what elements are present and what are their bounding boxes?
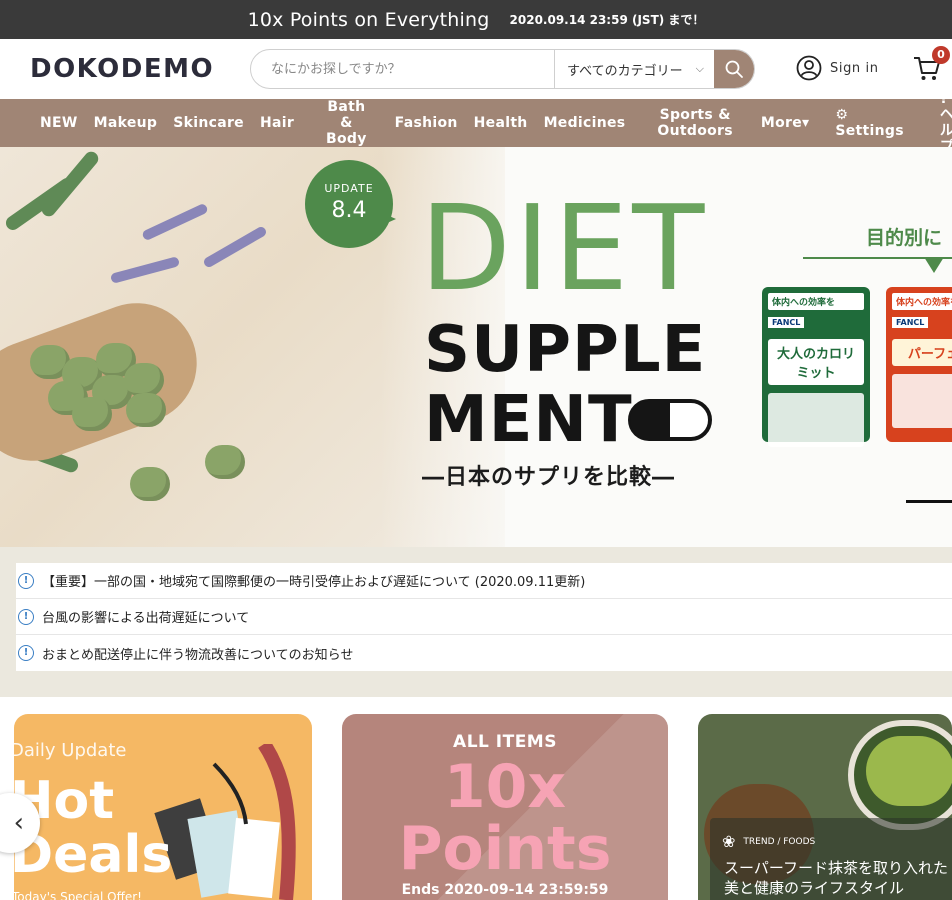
nav-item-hair[interactable]: Hair [252,115,302,131]
signin-label: Sign in [830,60,879,76]
hot-deals-subtitle: Today's Special Offer! [14,890,142,900]
nav-item-sports-outdoors[interactable]: Sports & Outdoors [649,107,740,139]
update-value: 8.4 [331,198,367,223]
points-card-title: 10x Points [398,752,612,884]
product-package-illustration [768,393,864,447]
notice-item[interactable]: ! おまとめ配送停止に伴う物流改善についてのお知らせ [16,635,952,671]
trend-card-title: スーパーフード抹茶を取り入れた 美と健康のライフスタイル [724,859,948,897]
product-package-illustration [892,374,952,428]
category-select-value: すべてのカテゴリー [567,63,683,79]
points-card[interactable]: ALL ITEMS 10x Points Ends 2020-09-14 23:… [342,714,668,900]
update-badge: UPDATE 8.4 [305,160,393,248]
product-package-header: 体内への効率を [768,293,864,310]
nav-item-settings[interactable]: ⚙ Settings [827,107,911,139]
cart-count-badge: 0 [932,46,950,64]
nav-item-more[interactable]: More▾ [753,115,817,131]
category-nav: NEW Makeup Skincare Hair Bath & Body Fas… [0,91,952,155]
pill-decoration [205,445,245,479]
nav-item-health[interactable]: Health [466,115,536,131]
cart-button[interactable]: 0 [912,46,950,85]
nav-item-fashion[interactable]: Fashion [387,115,466,131]
nav-item-medicines[interactable]: Medicines [536,115,634,131]
info-icon: ! [18,608,34,625]
info-icon: ! [18,572,34,589]
matcha-foam-illustration [866,736,952,806]
lavender-decoration [109,256,181,284]
product-package-name: 大人のカロリミット [768,339,864,385]
hero-title-supple: SUPPLE [424,313,707,387]
search-icon [725,60,743,78]
leaf-decoration [38,148,102,220]
nav-item-bath-body[interactable]: Bath & Body [318,99,375,147]
user-icon [796,55,822,81]
notice-item[interactable]: ! 台風の影響による出荷遅延について [16,599,952,635]
notice-text: 【重要】一部の国・地域宛て国際郵便の一時引受停止および遅延について (2020.… [42,575,586,590]
logo[interactable]: DOKODEMO [30,54,214,84]
trend-card[interactable]: ❀ TREND / FOODS スーパーフード抹茶を取り入れた 美と健康のライフ… [698,714,952,900]
chevron-left-icon: ‹ [13,808,24,838]
product-package: 体内への効率を FANCL 大人のカロリミット [762,287,870,447]
product-package-brand: FANCL [892,317,929,328]
nav-item-help[interactable]: ? ヘル プ [932,91,952,155]
hero-subtitle: ―日本のサプリを比較― [422,465,676,490]
notice-text: 台風の影響による出荷遅延について [42,611,250,626]
hot-deals-card[interactable]: Daily Update Hot Deals Today's Special O… [14,714,312,900]
search-bar: すべてのカテゴリー ⌵ [250,49,755,89]
site-header: DOKODEMO すべてのカテゴリー ⌵ Sign in 0 [0,39,952,99]
capsule-icon [628,399,712,441]
shopping-bags-illustration [154,744,296,900]
notice-list: ! 【重要】一部の国・地域宛て国際郵便の一時引受停止および遅延について (202… [16,563,952,671]
trend-card-tag-text: TREND / FOODS [743,836,816,847]
pill-decoration [130,467,170,501]
notice-item[interactable]: ! 【重要】一部の国・地域宛て国際郵便の一時引受停止および遅延について (202… [16,563,952,599]
notice-text: おまとめ配送停止に伴う物流改善についてのお知らせ [42,647,354,663]
category-select[interactable]: すべてのカテゴリー ⌵ [554,50,714,88]
points-card-label: ALL ITEMS [453,732,557,752]
hero-title-ment: MENT [424,383,633,457]
chevron-down-icon: ⌵ [695,62,704,75]
search-button[interactable] [714,50,754,88]
product-package-header: 体内への効率を [892,293,952,310]
product-package: 体内への効率を FANCL パーフェク [886,287,952,442]
nav-item-new[interactable]: NEW [32,115,86,131]
product-package-brand: FANCL [768,317,805,328]
flower-icon: ❀ [722,832,736,851]
notice-section: ! 【重要】一部の国・地域宛て国際郵便の一時引受停止および遅延について (202… [0,547,952,685]
hero-title-diet: DIET [420,179,709,317]
hero-underline [906,500,952,503]
trend-card-tag: ❀ TREND / FOODS [722,832,815,851]
signin-link[interactable]: Sign in [796,55,879,81]
promo-bar[interactable]: 10x Points on Everything 2020.09.14 23:5… [0,0,952,39]
hero-banner[interactable]: UPDATE 8.4 DIET SUPPLE MENT ―日本のサプリを比較― … [0,147,952,547]
promo-title[interactable]: 10x Points on Everything [248,9,490,31]
section-divider [0,685,952,697]
pill-decoration [126,393,166,427]
lavender-decoration [141,202,209,242]
lavender-decoration [202,225,268,269]
info-icon: ! [18,645,34,661]
promo-deadline: 2020.09.14 23:59 (JST) まで！ [509,13,705,27]
hero-side-heading: 目的別に [866,227,943,249]
search-input[interactable] [251,50,554,88]
hot-deals-small-title: Daily Update [14,740,127,761]
pill-decoration [72,397,112,431]
pill-decoration [124,363,164,397]
product-package-name: パーフェク [892,339,952,366]
points-card-ends: Ends 2020-09-14 23:59:59 [401,882,609,898]
nav-item-skincare[interactable]: Skincare [165,115,252,131]
update-label: UPDATE [324,182,374,195]
hero-side-arrow [924,257,944,273]
nav-item-makeup[interactable]: Makeup [86,115,166,131]
